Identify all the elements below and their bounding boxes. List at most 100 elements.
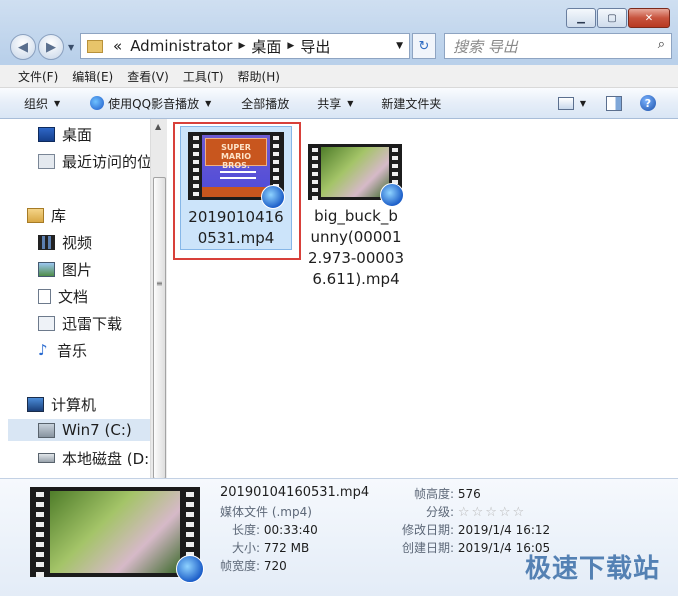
view-options-icon[interactable] [557,96,574,110]
nav-item-videos[interactable]: 视频 [38,231,92,253]
file-name-line: 2.973-00003 [307,249,405,267]
menu-file[interactable]: 文件(F) [18,68,58,85]
nav-label: 音乐 [57,341,88,360]
details-thumbnail [30,487,200,577]
help-icon[interactable]: ? [640,95,656,111]
search-box[interactable]: 搜索 导出 ⌕ [444,33,672,59]
back-button[interactable]: ◀ [10,34,36,60]
star-icon[interactable]: ☆ [513,505,525,520]
frame-width-value[interactable]: 720 [264,559,287,573]
nav-item-desktop[interactable]: 桌面 [38,123,92,145]
details-rating: 分级: ☆ ☆ ☆ ☆ ☆ [426,503,526,520]
forward-button[interactable]: ▶ [38,34,64,60]
organize-button[interactable]: 组织 ▼ [24,95,60,112]
star-icon[interactable]: ☆ [499,505,511,520]
frame-width-label: 帧宽度: [220,559,261,573]
pictures-icon [38,261,55,277]
modified-value[interactable]: 2019/1/4 16:12 [458,523,550,537]
film-perforations [312,144,318,200]
refresh-button[interactable]: ↻ [412,33,436,59]
length-value[interactable]: 00:33:40 [264,523,318,537]
search-input[interactable]: 搜索 导出 [453,36,518,57]
length-label: 长度: [232,523,261,537]
preview-pane-icon[interactable] [606,95,622,111]
explorer-window: ▁ ▢ ✕ ◀ ▶ ▼ « Administrator ▶ 桌面 ▶ 导出 ▼ … [0,0,678,596]
star-icon[interactable]: ☆ [458,505,470,520]
breadcrumb-arrow-icon[interactable]: ▶ [287,41,294,51]
menu-view[interactable]: 查看(V) [127,68,169,85]
nav-item-music[interactable]: ♪ 音乐 [38,339,87,361]
details-pane: 20190104160531.mp4 媒体文件 (.mp4) 长度: 00:33… [0,478,678,596]
qq-player-icon [90,96,105,110]
star-icon[interactable]: ☆ [485,505,497,520]
chevron-down-icon: ▼ [347,98,354,108]
nav-label: 视频 [62,233,93,252]
scroll-up-icon[interactable]: ▲ [155,122,161,131]
refresh-icon: ↻ [418,38,430,54]
size-value[interactable]: 772 MB [264,541,309,555]
forest-scene [50,491,180,573]
desktop-icon [38,126,55,142]
address-dropdown-icon[interactable]: ▼ [396,41,403,51]
file-name-line: big_buck_b [314,207,398,225]
site-watermark: 极速下载站 [524,554,660,584]
open-with-qq-button[interactable]: 使用QQ影音播放 ▼ [90,95,211,112]
search-icon[interactable]: ⌕ [658,37,665,52]
nav-label: 最近访问的位置 [62,152,150,171]
maximize-button[interactable]: ▢ [597,8,627,28]
videos-icon [38,234,55,250]
address-overflow[interactable]: « [113,37,122,55]
thunder-downloads-icon [38,315,55,331]
nav-item-local-disk-d[interactable]: 本地磁盘 (D:) [38,447,150,469]
close-button[interactable]: ✕ [628,8,670,28]
caption-buttons: ▁ ▢ ✕ [565,8,670,28]
nav-label: 计算机 [51,395,97,414]
nav-item-recent-places[interactable]: 最近访问的位置 [38,150,150,172]
breadcrumb-arrow-icon[interactable]: ▶ [238,41,245,51]
frame-height-value[interactable]: 576 [458,487,481,501]
music-note-icon: ♪ [38,340,48,359]
nav-label: 迅雷下载 [62,314,123,333]
breadcrumb-administrator[interactable]: Administrator [130,37,232,55]
nav-scrollbar[interactable]: ▲ ≡ [150,119,167,479]
breadcrumb-export[interactable]: 导出 [300,36,330,57]
nav-item-win7-c[interactable]: Win7 (C:) [8,419,150,441]
nav-item-computer[interactable]: 计算机 [27,393,96,415]
created-label: 创建日期: [402,541,455,555]
highlight-box [173,122,301,260]
organize-label: 组织 [24,96,49,111]
nav-item-libraries[interactable]: 库 [27,204,66,226]
menu-help[interactable]: 帮助(H) [238,68,280,85]
size-label: 大小: [232,541,261,555]
address-bar[interactable]: « Administrator ▶ 桌面 ▶ 导出 ▼ [80,33,410,59]
file-item[interactable]: big_buck_b unny(00001 2.973-00003 6.611)… [300,126,412,294]
new-folder-button[interactable]: 新建文件夹 [381,95,441,112]
file-name: big_buck_b unny(00001 2.973-00003 6.611)… [300,206,412,290]
share-button[interactable]: 共享 ▼ [317,95,353,112]
documents-icon [38,288,51,304]
nav-item-pictures[interactable]: 图片 [38,258,92,280]
film-perforations [36,487,44,577]
folder-icon [87,39,103,53]
breadcrumb-desktop[interactable]: 桌面 [251,36,281,57]
details-length: 长度: 00:33:40 [232,521,318,538]
rating-stars[interactable]: ☆ ☆ ☆ ☆ ☆ [458,505,526,520]
view-dropdown-icon[interactable]: ▼ [580,99,586,108]
nav-item-documents[interactable]: 文档 [38,285,88,307]
system-drive-icon [38,422,55,438]
menu-edit[interactable]: 编辑(E) [72,68,113,85]
qq-player-badge-icon [380,183,404,207]
details-frame-height: 帧高度: 576 [414,485,481,502]
star-icon[interactable]: ☆ [472,505,484,520]
nav-item-thunder-downloads[interactable]: 迅雷下载 [38,312,122,334]
scrollbar-thumb[interactable] [153,177,166,479]
recent-places-icon [38,153,55,169]
nav-label: 桌面 [62,125,93,144]
share-label: 共享 [317,96,342,111]
menu-tools[interactable]: 工具(T) [183,68,224,85]
command-bar: 组织 ▼ 使用QQ影音播放 ▼ 全部播放 共享 ▼ 新建文件夹 ▼ ? [0,88,678,119]
recent-pages-dropdown-icon[interactable]: ▼ [68,43,74,52]
minimize-button[interactable]: ▁ [566,8,596,28]
play-all-button[interactable]: 全部播放 [241,95,289,112]
nav-label: 图片 [62,260,93,279]
